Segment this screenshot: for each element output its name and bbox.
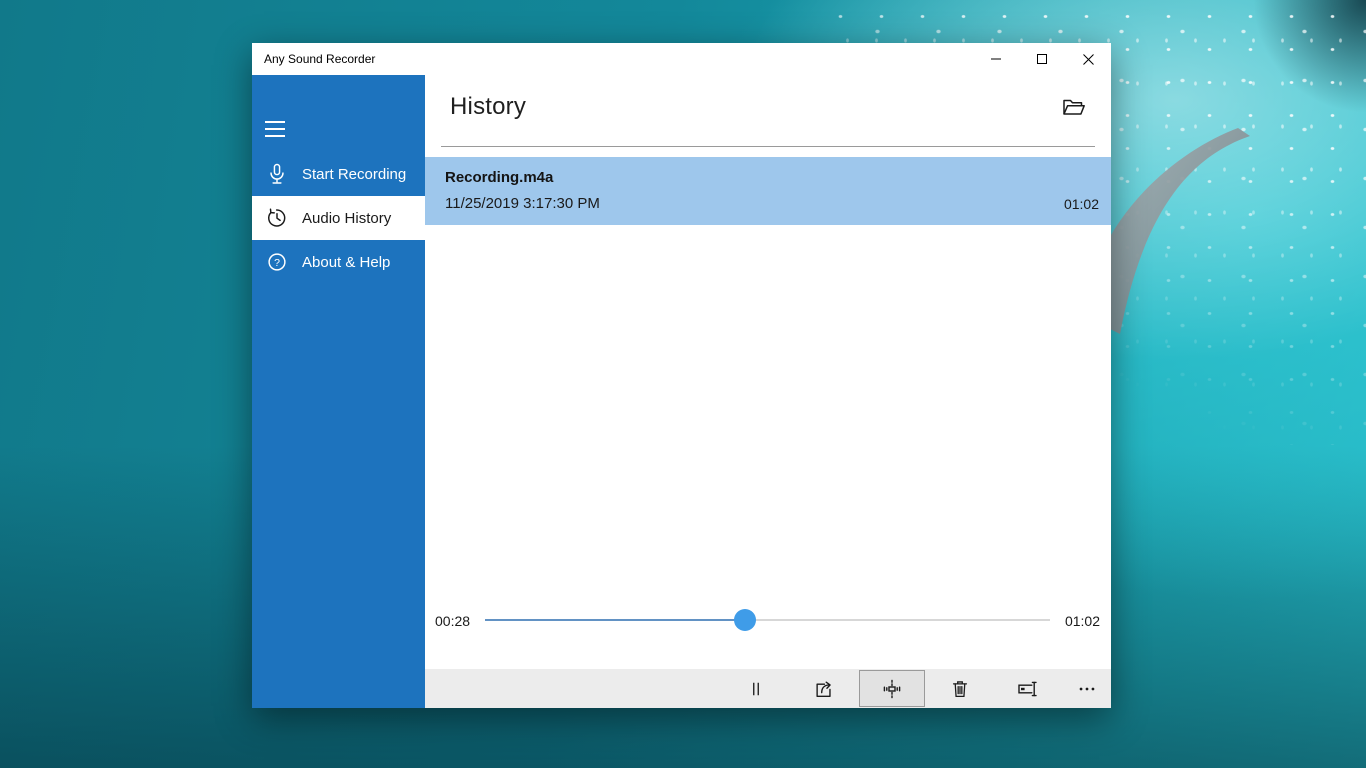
caption-buttons bbox=[973, 43, 1111, 75]
rename-button[interactable] bbox=[994, 669, 1062, 708]
window-title: Any Sound Recorder bbox=[252, 52, 973, 66]
recording-datetime: 11/25/2019 3:17:30 PM bbox=[445, 195, 600, 212]
command-bar bbox=[425, 669, 1111, 708]
more-icon bbox=[1076, 678, 1098, 700]
sidebar-item-about-help[interactable]: ? About & Help bbox=[252, 240, 425, 284]
pause-icon bbox=[746, 679, 766, 699]
close-icon bbox=[1083, 54, 1094, 65]
sidebar: Start Recording Audio History bbox=[252, 75, 425, 708]
microphone-icon bbox=[266, 163, 288, 185]
pause-button[interactable] bbox=[722, 669, 790, 708]
maximize-icon bbox=[1037, 54, 1047, 64]
delete-button[interactable] bbox=[926, 669, 994, 708]
trim-button[interactable] bbox=[859, 670, 925, 707]
seek-slider[interactable] bbox=[485, 619, 1050, 621]
maximize-button[interactable] bbox=[1019, 43, 1065, 75]
main-pane: History Recording.m4a 11/25/2019 3:17:30… bbox=[425, 75, 1111, 708]
sidebar-nav: Start Recording Audio History bbox=[252, 152, 425, 284]
total-time: 01:02 bbox=[1065, 613, 1100, 629]
more-button[interactable] bbox=[1062, 669, 1111, 708]
slider-thumb[interactable] bbox=[734, 609, 756, 631]
surfboard-fin bbox=[1100, 128, 1272, 344]
open-folder-button[interactable] bbox=[1059, 93, 1089, 121]
trim-icon bbox=[880, 677, 904, 701]
app-window: Any Sound Recorder bbox=[252, 43, 1111, 708]
header-divider bbox=[441, 146, 1095, 147]
help-icon: ? bbox=[266, 251, 288, 273]
sidebar-item-label: About & Help bbox=[302, 254, 390, 271]
history-icon bbox=[266, 207, 288, 229]
svg-text:?: ? bbox=[274, 257, 280, 269]
share-button[interactable] bbox=[790, 669, 858, 708]
minimize-icon bbox=[991, 54, 1001, 64]
playback-controls: 00:28 01:02 bbox=[425, 605, 1111, 637]
close-button[interactable] bbox=[1065, 43, 1111, 75]
page-title: History bbox=[450, 93, 526, 121]
sidebar-item-label: Audio History bbox=[302, 210, 391, 227]
sidebar-item-start-recording[interactable]: Start Recording bbox=[252, 152, 425, 196]
delete-icon bbox=[949, 678, 971, 700]
sidebar-item-label: Start Recording bbox=[302, 166, 406, 183]
recording-name: Recording.m4a bbox=[445, 169, 553, 186]
recording-duration: 01:02 bbox=[1064, 196, 1099, 212]
slider-fill bbox=[485, 619, 745, 621]
open-folder-icon bbox=[1061, 95, 1087, 119]
rename-icon bbox=[1016, 677, 1040, 701]
hamburger-menu-icon[interactable] bbox=[265, 121, 285, 137]
sidebar-item-audio-history[interactable]: Audio History bbox=[252, 196, 425, 240]
share-icon bbox=[813, 678, 835, 700]
elapsed-time: 00:28 bbox=[435, 613, 470, 629]
minimize-button[interactable] bbox=[973, 43, 1019, 75]
title-bar[interactable]: Any Sound Recorder bbox=[252, 43, 1111, 75]
recording-list-item[interactable]: Recording.m4a 11/25/2019 3:17:30 PM 01:0… bbox=[425, 157, 1111, 225]
